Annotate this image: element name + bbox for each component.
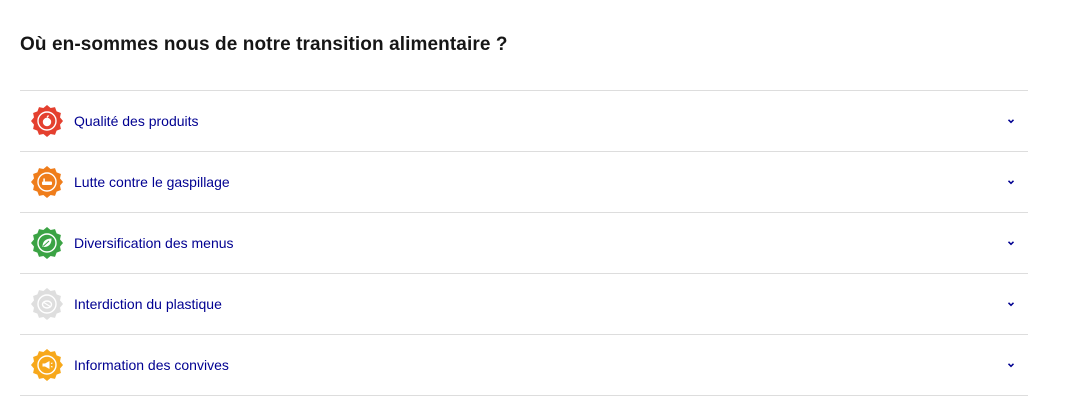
accordion-item-label: Qualité des produits (74, 113, 199, 129)
accordion-item-diversification[interactable]: Diversification des menus (20, 213, 1028, 274)
chevron-down-icon[interactable] (1006, 299, 1016, 309)
chevron-down-icon[interactable] (1006, 177, 1016, 187)
waste-icon (30, 165, 64, 199)
accordion-item-label: Diversification des menus (74, 235, 234, 251)
page: Où en-sommes nous de notre transition al… (0, 0, 1076, 404)
measures-accordion: Qualité des produits Lutte contre le gas… (20, 90, 1028, 396)
leaf-icon (30, 226, 64, 260)
accordion-item-label: Lutte contre le gaspillage (74, 174, 230, 190)
accordion-item-waste[interactable]: Lutte contre le gaspillage (20, 152, 1028, 213)
megaphone-icon (30, 348, 64, 382)
chevron-down-icon[interactable] (1006, 116, 1016, 126)
accordion-item-information[interactable]: Information des convives (20, 335, 1028, 396)
section-title: Où en-sommes nous de notre transition al… (20, 34, 508, 55)
accordion-item-label: Information des convives (74, 357, 229, 373)
accordion-item-quality[interactable]: Qualité des produits (20, 91, 1028, 152)
accordion-item-plastic[interactable]: Interdiction du plastique (20, 274, 1028, 335)
accordion-item-label: Interdiction du plastique (74, 296, 222, 312)
chevron-down-icon[interactable] (1006, 238, 1016, 248)
apple-icon (30, 104, 64, 138)
plastic-icon (30, 287, 64, 321)
chevron-down-icon[interactable] (1006, 360, 1016, 370)
